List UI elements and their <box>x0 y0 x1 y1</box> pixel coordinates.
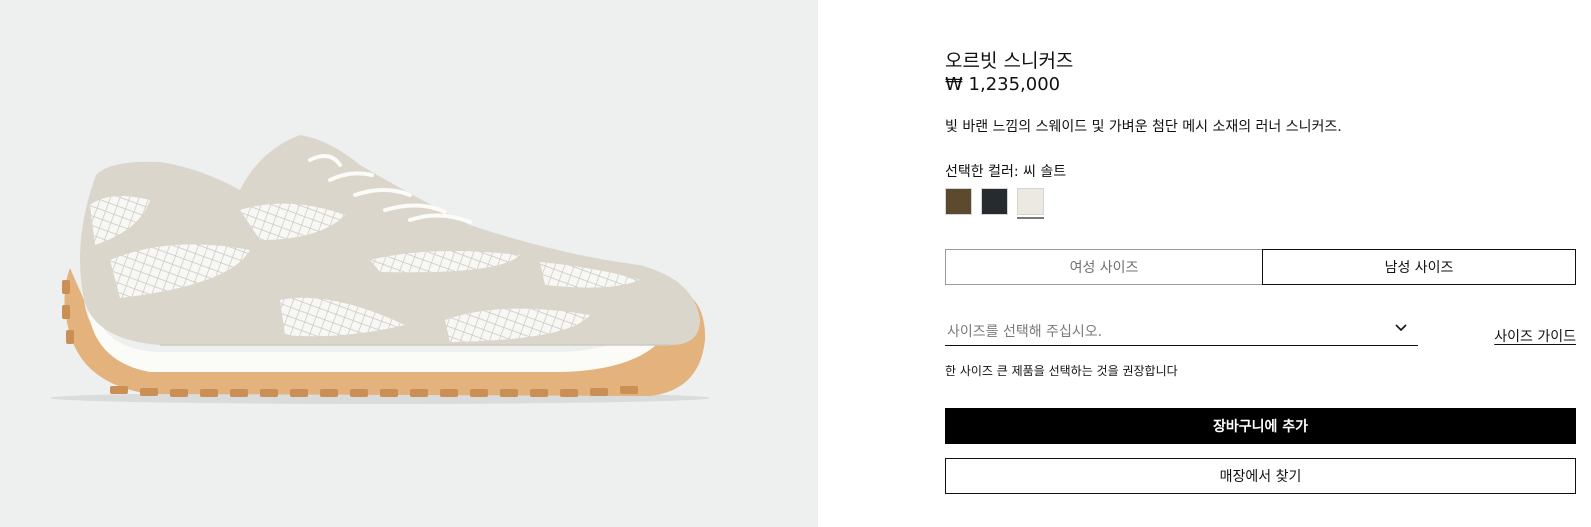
product-image <box>50 135 710 404</box>
add-to-cart-button[interactable]: 장바구니에 추가 <box>945 408 1576 444</box>
size-select-placeholder: 사이즈를 선택해 주십시오. <box>947 324 1103 340</box>
color-label: 선택한 컬러: <box>945 164 1019 180</box>
size-tabs: 여성 사이즈 남성 사이즈 <box>945 249 1576 285</box>
chevron-down-icon <box>1395 324 1407 332</box>
tab-men-size[interactable]: 남성 사이즈 <box>1262 249 1576 285</box>
product-title: 오르빗 스니커즈 <box>945 50 1074 72</box>
color-value: 씨 솔트 <box>1023 164 1067 180</box>
find-in-store-button[interactable]: 매장에서 찾기 <box>945 458 1576 494</box>
size-guide-link[interactable]: 사이즈 가이드 <box>1494 326 1576 346</box>
fit-note: 한 사이즈 큰 제품을 선택하는 것을 권장합니다 <box>945 364 1178 378</box>
navy-swatch[interactable] <box>981 188 1008 215</box>
tab-women-size[interactable]: 여성 사이즈 <box>945 249 1263 285</box>
selected-color: 선택한 컬러: 씨 솔트 <box>945 161 1066 181</box>
sea-salt-swatch[interactable] <box>1017 188 1044 219</box>
product-image-panel[interactable] <box>0 0 818 527</box>
size-select[interactable]: 사이즈를 선택해 주십시오. <box>945 318 1418 346</box>
product-info: 오르빗 스니커즈 ₩ 1,235,000 빛 바랜 느낌의 스웨이드 및 가벼운… <box>945 0 1576 527</box>
brown-swatch[interactable] <box>945 188 972 215</box>
product-description: 빛 바랜 느낌의 스웨이드 및 가벼운 첨단 메시 소재의 러너 스니커즈. <box>945 119 1342 135</box>
product-price: ₩ 1,235,000 <box>945 74 1061 95</box>
